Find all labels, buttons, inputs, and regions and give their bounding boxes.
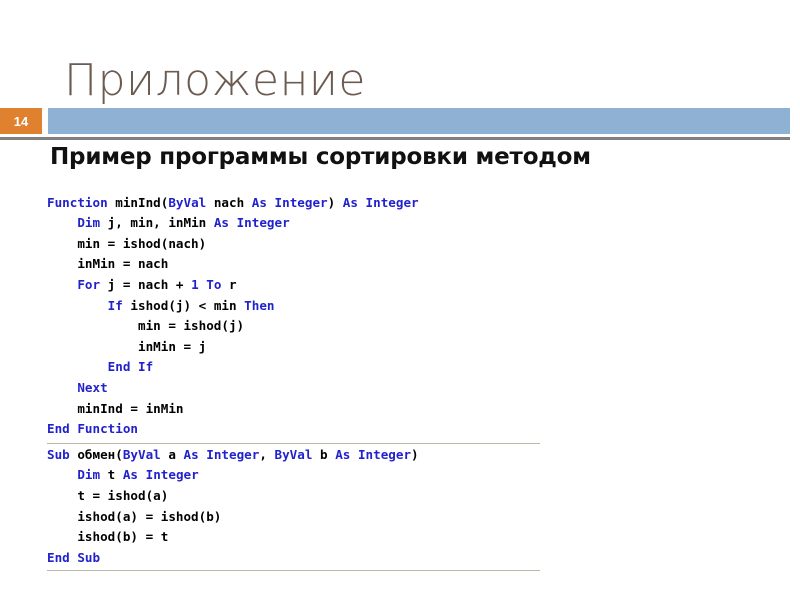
code-keyword: As — [183, 446, 199, 462]
code-line: ishod(b) = t — [47, 529, 168, 544]
code-identifier: j = nach + — [100, 276, 192, 292]
slide-number-badge: 14 — [0, 108, 42, 134]
accent-bar — [48, 108, 790, 134]
code-line: If ishod(j) < min Then — [47, 298, 275, 313]
code-identifier: minInd( — [115, 194, 169, 210]
code-identifier: ) — [411, 446, 419, 462]
code-block: Function minInd(ByVal nach As Integer) A… — [47, 193, 547, 572]
code-line: Function minInd(ByVal nach As Integer) A… — [47, 195, 419, 210]
code-separator — [47, 442, 540, 444]
code-keyword: Integer — [274, 194, 328, 210]
code-identifier: b — [312, 446, 336, 462]
header-band: 14 — [0, 108, 800, 140]
code-identifier: r — [221, 276, 237, 292]
code-keyword: ByVal — [274, 446, 313, 462]
code-keyword: As — [122, 467, 139, 483]
code-identifier: ) — [327, 194, 343, 210]
code-line: inMin = nach — [47, 256, 168, 271]
code-line: t = ishod(a) — [47, 488, 168, 503]
code-line: Sub обмен(ByVal a As Integer, ByVal b As… — [47, 447, 419, 462]
code-identifier — [47, 215, 77, 230]
code-keyword: End If — [107, 359, 154, 375]
code-keyword: As — [251, 194, 267, 210]
code-identifier: minInd = inMin — [47, 400, 184, 416]
code-identifier — [47, 277, 77, 292]
code-keyword: Integer — [236, 215, 290, 231]
code-identifier: inMin = nach — [47, 256, 169, 272]
code-identifier: min = ishod(nach) — [47, 235, 207, 251]
code-identifier — [138, 467, 146, 482]
code-line: Dim t As Integer — [47, 467, 199, 483]
code-keyword: To — [206, 276, 222, 292]
code-keyword: End Sub — [47, 549, 101, 565]
code-keyword: Sub — [47, 446, 70, 462]
code-identifier: min = ishod(j) — [47, 318, 245, 334]
code-line: min = ishod(j) — [47, 318, 244, 333]
code-keyword: Integer — [357, 446, 412, 462]
code-keyword: Dim — [77, 467, 101, 483]
code-keyword: ByVal — [168, 194, 207, 210]
code-identifier: ishod(a) = ishod(b) — [47, 508, 222, 524]
code-identifier — [358, 195, 366, 210]
code-keyword: Integer — [206, 446, 260, 462]
code-keyword: If — [107, 297, 123, 313]
code-identifier — [47, 467, 77, 482]
code-line: min = ishod(nach) — [47, 236, 206, 251]
code-line: End Sub — [47, 550, 100, 565]
code-separator — [47, 570, 540, 572]
code-identifier: , — [259, 446, 275, 462]
code-keyword: Function — [47, 194, 108, 210]
presentation-slide: Приложение 14 Пример программы сортировк… — [0, 0, 800, 600]
page-title: Приложение — [64, 55, 366, 107]
code-identifier: j, min, inMin — [100, 215, 214, 231]
header-rule — [0, 137, 790, 140]
code-identifier: nach — [206, 194, 252, 210]
code-keyword: For — [77, 276, 101, 292]
code-line: End Function — [47, 421, 138, 436]
code-keyword: ByVal — [122, 446, 161, 462]
code-line: Next — [47, 379, 108, 395]
code-keyword: Integer — [365, 194, 419, 210]
code-identifier: t — [100, 467, 123, 483]
code-keyword: Next — [77, 379, 108, 395]
code-identifier — [229, 215, 237, 230]
code-line: minInd = inMin — [47, 401, 183, 416]
code-line: Dim j, min, inMin As Integer — [47, 215, 290, 231]
slide-number-label: 14 — [13, 113, 29, 129]
code-number: 1 — [191, 276, 199, 292]
code-identifier: ishod(b) = t — [47, 529, 169, 545]
code-keyword: As — [342, 194, 358, 210]
code-identifier — [267, 195, 275, 210]
code-identifier: ishod(j) < min — [122, 297, 245, 313]
code-keyword: Then — [244, 297, 275, 313]
code-identifier — [47, 298, 108, 313]
code-identifier: t = ishod(a) — [47, 487, 169, 503]
code-identifier: a — [160, 446, 184, 462]
code-keyword: As — [213, 215, 229, 231]
code-keyword: Integer — [145, 467, 199, 483]
code-identifier: обмен( — [69, 446, 123, 462]
code-identifier — [47, 359, 108, 374]
code-line: ishod(a) = ishod(b) — [47, 509, 221, 524]
code-listing: Function minInd(ByVal nach As Integer) A… — [47, 180, 547, 584]
code-line: For j = nach + 1 To r — [47, 276, 237, 292]
code-identifier — [350, 447, 358, 462]
code-identifier: inMin = j — [47, 338, 207, 354]
code-keyword: Dim — [77, 215, 101, 231]
code-keyword: End Function — [47, 421, 138, 437]
slide-subtitle: Пример программы сортировки методом — [50, 144, 591, 170]
code-identifier — [47, 380, 77, 395]
code-line: End If — [47, 359, 154, 375]
code-keyword: As — [335, 446, 351, 462]
code-line: inMin = j — [47, 339, 206, 354]
